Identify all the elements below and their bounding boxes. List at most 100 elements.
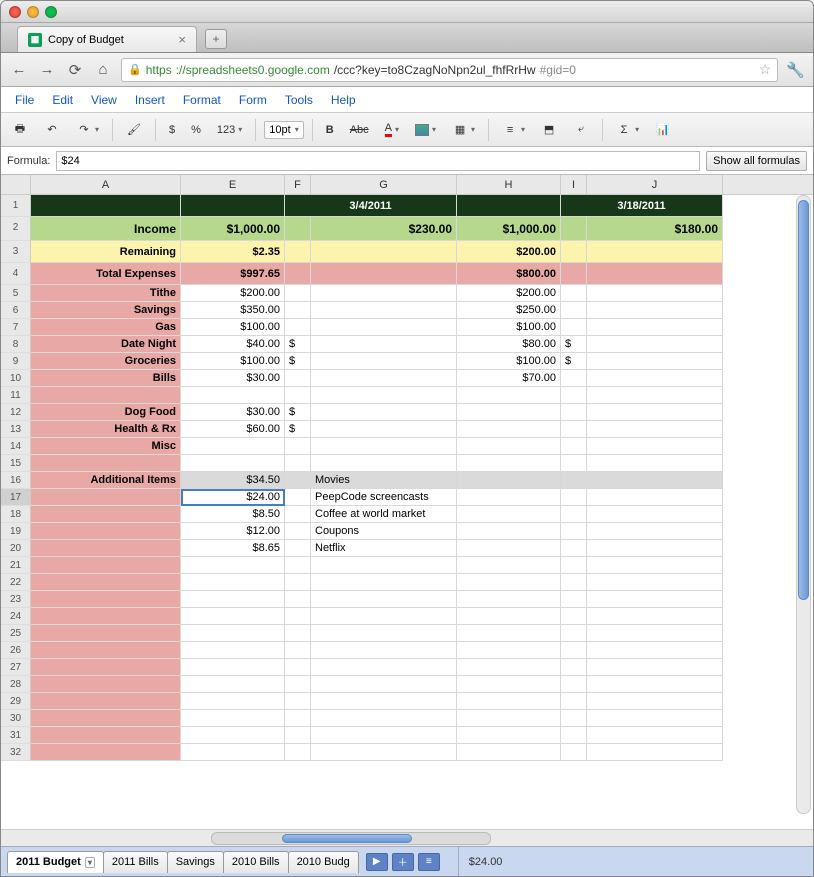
cell-H9[interactable]: $100.00 xyxy=(457,353,561,370)
cell-E25[interactable] xyxy=(181,625,285,642)
horizontal-scrollbar[interactable] xyxy=(1,829,813,846)
cell-I15[interactable] xyxy=(561,455,587,472)
row-header[interactable]: 26 xyxy=(1,642,31,659)
new-tab-button[interactable]: + xyxy=(205,29,227,49)
cell-E28[interactable] xyxy=(181,676,285,693)
cell-F26[interactable] xyxy=(285,642,311,659)
cell-F1[interactable]: 3/4/2011 xyxy=(285,195,457,217)
cell-F5[interactable] xyxy=(285,285,311,302)
window-minimize-button[interactable] xyxy=(27,6,39,18)
cell-A28[interactable] xyxy=(31,676,181,693)
cell-F24[interactable] xyxy=(285,608,311,625)
cell-A12[interactable]: Dog Food xyxy=(31,404,181,421)
cell-A7[interactable]: Gas xyxy=(31,319,181,336)
cell-I22[interactable] xyxy=(561,574,587,591)
cell-G32[interactable] xyxy=(311,744,457,761)
insert-chart-button[interactable]: 📊 xyxy=(650,118,676,142)
cell-H4[interactable]: $800.00 xyxy=(457,263,561,285)
cell-J14[interactable] xyxy=(587,438,723,455)
cell-G13[interactable] xyxy=(311,421,457,438)
cell-A1[interactable] xyxy=(31,195,181,217)
cell-J6[interactable] xyxy=(587,302,723,319)
row-header[interactable]: 28 xyxy=(1,676,31,693)
format-percent-button[interactable]: % xyxy=(186,120,206,140)
cell-A19[interactable] xyxy=(31,523,181,540)
cell-F7[interactable] xyxy=(285,319,311,336)
cell-A17[interactable] xyxy=(31,489,181,506)
cell-I24[interactable] xyxy=(561,608,587,625)
cell-E19[interactable]: $12.00 xyxy=(181,523,285,540)
cell-A16[interactable]: Additional Items xyxy=(31,472,181,489)
cell-F10[interactable] xyxy=(285,370,311,387)
show-all-formulas-button[interactable]: Show all formulas xyxy=(706,151,807,171)
sheet-tab[interactable]: 2011 Bills xyxy=(103,851,168,873)
cell-E12[interactable]: $30.00 xyxy=(181,404,285,421)
cell-I9[interactable]: $ xyxy=(561,353,587,370)
row-header[interactable]: 32 xyxy=(1,744,31,761)
cell-F21[interactable] xyxy=(285,557,311,574)
cell-H17[interactable] xyxy=(457,489,561,506)
more-formats-button[interactable]: 123▾ xyxy=(212,120,247,140)
cell-I10[interactable] xyxy=(561,370,587,387)
cell-H13[interactable] xyxy=(457,421,561,438)
cell-J20[interactable] xyxy=(587,540,723,557)
cell-I14[interactable] xyxy=(561,438,587,455)
cell-J4[interactable] xyxy=(587,263,723,285)
back-button[interactable]: ← xyxy=(9,61,29,78)
cell-H23[interactable] xyxy=(457,591,561,608)
print-button[interactable]: 🖶 xyxy=(7,118,33,142)
row-header[interactable]: 11 xyxy=(1,387,31,404)
cell-H26[interactable] xyxy=(457,642,561,659)
row-header[interactable]: 8 xyxy=(1,336,31,353)
cell-G6[interactable] xyxy=(311,302,457,319)
redo-button[interactable]: ↷▾ xyxy=(71,118,104,142)
cell-H21[interactable] xyxy=(457,557,561,574)
cell-F19[interactable] xyxy=(285,523,311,540)
cell-J16[interactable] xyxy=(587,472,723,489)
cell-E30[interactable] xyxy=(181,710,285,727)
cell-F11[interactable] xyxy=(285,387,311,404)
row-header[interactable]: 15 xyxy=(1,455,31,472)
row-header[interactable]: 27 xyxy=(1,659,31,676)
row-header[interactable]: 4 xyxy=(1,263,31,285)
cell-I18[interactable] xyxy=(561,506,587,523)
cell-J26[interactable] xyxy=(587,642,723,659)
cell-A31[interactable] xyxy=(31,727,181,744)
cell-I17[interactable] xyxy=(561,489,587,506)
menu-file[interactable]: File xyxy=(7,89,42,111)
row-header[interactable]: 10 xyxy=(1,370,31,387)
text-color-button[interactable]: A▾ xyxy=(380,118,404,141)
cell-A30[interactable] xyxy=(31,710,181,727)
cell-F30[interactable] xyxy=(285,710,311,727)
cell-E6[interactable]: $350.00 xyxy=(181,302,285,319)
cell-F20[interactable] xyxy=(285,540,311,557)
cell-I6[interactable] xyxy=(561,302,587,319)
cell-F13[interactable]: $ xyxy=(285,421,311,438)
cell-F27[interactable] xyxy=(285,659,311,676)
cell-F23[interactable] xyxy=(285,591,311,608)
cell-I13[interactable] xyxy=(561,421,587,438)
cell-E7[interactable]: $100.00 xyxy=(181,319,285,336)
cell-G30[interactable] xyxy=(311,710,457,727)
cell-J31[interactable] xyxy=(587,727,723,744)
cell-H11[interactable] xyxy=(457,387,561,404)
cell-E1[interactable] xyxy=(181,195,285,217)
borders-button[interactable]: ▦▾ xyxy=(447,118,480,142)
cell-F8[interactable]: $ xyxy=(285,336,311,353)
cell-F6[interactable] xyxy=(285,302,311,319)
cell-A8[interactable]: Date Night xyxy=(31,336,181,353)
cell-F15[interactable] xyxy=(285,455,311,472)
cell-F2[interactable] xyxy=(285,217,311,241)
cell-F16[interactable] xyxy=(285,472,311,489)
cell-J29[interactable] xyxy=(587,693,723,710)
cell-A24[interactable] xyxy=(31,608,181,625)
cell-H16[interactable] xyxy=(457,472,561,489)
cell-H29[interactable] xyxy=(457,693,561,710)
cell-I8[interactable]: $ xyxy=(561,336,587,353)
menu-insert[interactable]: Insert xyxy=(127,89,173,111)
cell-H6[interactable]: $250.00 xyxy=(457,302,561,319)
cell-G17[interactable]: PeepCode screencasts xyxy=(311,489,457,506)
grid-rows[interactable]: 13/4/20113/18/20112Income$1,000.00$230.0… xyxy=(1,195,813,829)
cell-H27[interactable] xyxy=(457,659,561,676)
cell-I29[interactable] xyxy=(561,693,587,710)
